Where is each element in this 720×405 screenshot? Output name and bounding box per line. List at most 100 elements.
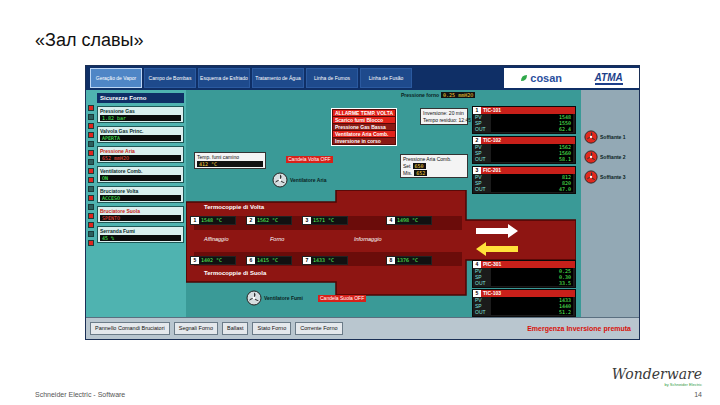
reading-value: 1402 °C <box>199 257 235 264</box>
alarm-indicator <box>88 204 94 210</box>
ignitor-status: Candela Volta OFF <box>286 156 333 163</box>
reading-tag: 4 <box>387 217 395 224</box>
thermocouple-reading[interactable]: 11548 °C <box>190 216 236 225</box>
faceplate-row: OUT33.5 <box>473 280 575 286</box>
safety-panel[interactable]: Serranda Fumi45 % <box>97 226 184 243</box>
panel-header: Sicurezze Forno <box>97 93 184 103</box>
stack-temp-panel[interactable]: Temp. fumi camino412 °C <box>194 152 266 169</box>
info-line: Inversione: 20 min <box>423 110 465 116</box>
nav-button[interactable]: Corrente Forno <box>295 322 342 335</box>
row-key: PV <box>475 174 489 180</box>
tab[interactable]: Tratamento de Água <box>252 68 304 88</box>
reading-value: 1548 °C <box>199 217 235 224</box>
reading-value: 1433 °C <box>311 257 347 264</box>
tab[interactable]: Geração de Vapor <box>90 68 142 88</box>
slide: «Зал славы»Geração de VaporCampo de Bomb… <box>0 0 720 405</box>
faceplate-header: 2TIC-102 <box>473 137 575 144</box>
nav-button[interactable]: Ballast <box>222 322 249 335</box>
alarm-item[interactable]: Scarico fumi Blocco <box>333 117 395 123</box>
tab[interactable]: Campo de Bombas <box>144 68 196 88</box>
alarm-indicator <box>88 141 94 147</box>
reading-value: 1415 °C <box>255 257 291 264</box>
fan[interactable]: Ventilatore Fumi <box>246 290 303 306</box>
tab[interactable]: Linha de Fusão <box>360 68 412 88</box>
alarm-indicator <box>88 105 94 111</box>
faceplate-row: OUT47.0 <box>473 186 575 192</box>
row-value: 650 <box>413 163 426 169</box>
thermocouple-reading[interactable]: 81376 °C <box>386 256 432 265</box>
blower[interactable]: Soffiante 3 <box>584 170 626 184</box>
fan-icon <box>246 290 262 306</box>
thermocouple-reading[interactable]: 31571 °C <box>302 216 348 225</box>
row-key: SP <box>475 274 489 280</box>
nav-button[interactable]: Pannello Comandi Bruciatori <box>90 322 170 335</box>
thermocouple-reading[interactable]: 61415 °C <box>246 256 292 265</box>
alarm-indicator <box>88 240 94 246</box>
thermocouple-reading[interactable]: 51402 °C <box>190 256 236 265</box>
panel-title: Ventilatore Comb. <box>100 168 181 174</box>
blower-label: Soffiante 3 <box>600 174 626 180</box>
air-pressure-panel[interactable]: Pressione Aria Comb.Set650Mis.652 <box>400 154 468 178</box>
panel-value: 45 % <box>100 235 181 241</box>
logo-name: Wonderware <box>612 366 702 382</box>
brand-logos: cosan ATMA <box>504 68 639 88</box>
tab[interactable]: Linha de Fumos <box>306 68 358 88</box>
row-key: OUT <box>475 309 489 315</box>
row-key: SP <box>475 303 489 309</box>
controller-faceplate[interactable]: 4PIC-301PV0.25SP0.30OUT33.5 <box>472 260 576 288</box>
panel-value: SPENTO <box>100 215 181 221</box>
safety-panel[interactable]: Pressione Aria652 mmH2O <box>97 146 184 163</box>
row-value: 58.1 <box>491 156 573 162</box>
emergency-message: Emergenza Inversione premuta <box>527 325 635 332</box>
process-canvas: Termocoppie di VoltaTermocoppie di Suola… <box>186 90 581 317</box>
thermocouple-reading[interactable]: 71433 °C <box>302 256 348 265</box>
safety-panel[interactable]: Pressione Gas1.82 bar <box>97 106 184 123</box>
alarm-item[interactable]: Pressione Gas Bassa <box>333 124 395 130</box>
panel-label: Temp. fumi camino <box>197 154 263 160</box>
controller-faceplate[interactable]: 3FIC-201PV812SP820OUT47.0 <box>472 166 576 194</box>
furnace-label: Termocoppie di Volta <box>204 204 264 211</box>
reading-tag: 2 <box>247 217 255 224</box>
furnace-pressure[interactable]: Pressione forno0.25 mmH2O <box>401 92 475 98</box>
panel-title: Bruciatore Suola <box>100 208 181 214</box>
panel-title: Pressione Gas <box>100 108 181 114</box>
ignitor-status: Candela Suola OFF <box>318 295 366 302</box>
right-strip: Soffiante 1 Soffiante 2 Soffiante 3 <box>581 90 639 317</box>
row-value: 652 <box>414 170 427 176</box>
alarm-indicator <box>88 123 94 129</box>
reading-value: 1562 °C <box>255 217 291 224</box>
row-key: Mis. <box>403 170 412 176</box>
row-key: Set <box>403 163 411 169</box>
blower[interactable]: Soffiante 2 <box>584 150 626 164</box>
alarm-indicator <box>88 177 94 183</box>
safety-panel[interactable]: Valvola Gas Princ.APERTA <box>97 126 184 143</box>
cosan-logo: cosan <box>520 72 562 84</box>
fan[interactable]: Ventilatore Aria <box>272 172 327 188</box>
faceplate-row: OUT62.4 <box>473 126 575 132</box>
safety-panel[interactable]: Ventilatore Comb.ON <box>97 166 184 183</box>
controller-faceplate[interactable]: 1TIC-101PV1548SP1550OUT62.4 <box>472 106 576 134</box>
slide-footer: Schneider Electric - SoftwareWonderwareb… <box>0 366 720 405</box>
faceplate-row: OUT51.2 <box>473 309 575 315</box>
left-column: Sicurezze Forno Pressione Gas1.82 bar Valv… <box>86 90 186 317</box>
controller-faceplate[interactable]: 2TIC-102PV1562SP1560OUT58.1 <box>472 136 576 164</box>
thermocouple-reading[interactable]: 41498 °C <box>386 216 432 225</box>
zone-label: Affinaggio <box>204 236 228 243</box>
alarm-indicator <box>88 150 94 156</box>
nav-button[interactable]: Segnali Forno <box>174 322 218 335</box>
controller-faceplate[interactable]: 5TIC-103PV1433SP1440OUT51.2 <box>472 289 576 317</box>
tab[interactable]: Esquema de Esfriado <box>198 68 250 88</box>
alarm-item[interactable]: Ventilatore Aria Comb. <box>333 131 395 137</box>
indicator-strip <box>88 93 94 314</box>
alarm-item[interactable]: Inversione in corso <box>333 138 395 144</box>
blower[interactable]: Soffiante 1 <box>584 130 626 144</box>
thermocouple-reading[interactable]: 21562 °C <box>246 216 292 225</box>
alarm-item[interactable]: ALLARME TEMP. VOLTA <box>333 110 395 116</box>
faceplate-header: 5TIC-103 <box>473 290 575 297</box>
safety-panel[interactable]: Bruciatore SuolaSPENTO <box>97 206 184 223</box>
safety-panel[interactable]: Bruciatore VoltaACCESO <box>97 186 184 203</box>
nav-button[interactable]: Stato Forno <box>252 322 291 335</box>
atma-logo: ATMA <box>595 72 623 85</box>
reading-tag: 8 <box>387 257 395 264</box>
alarm-indicator <box>88 186 94 192</box>
